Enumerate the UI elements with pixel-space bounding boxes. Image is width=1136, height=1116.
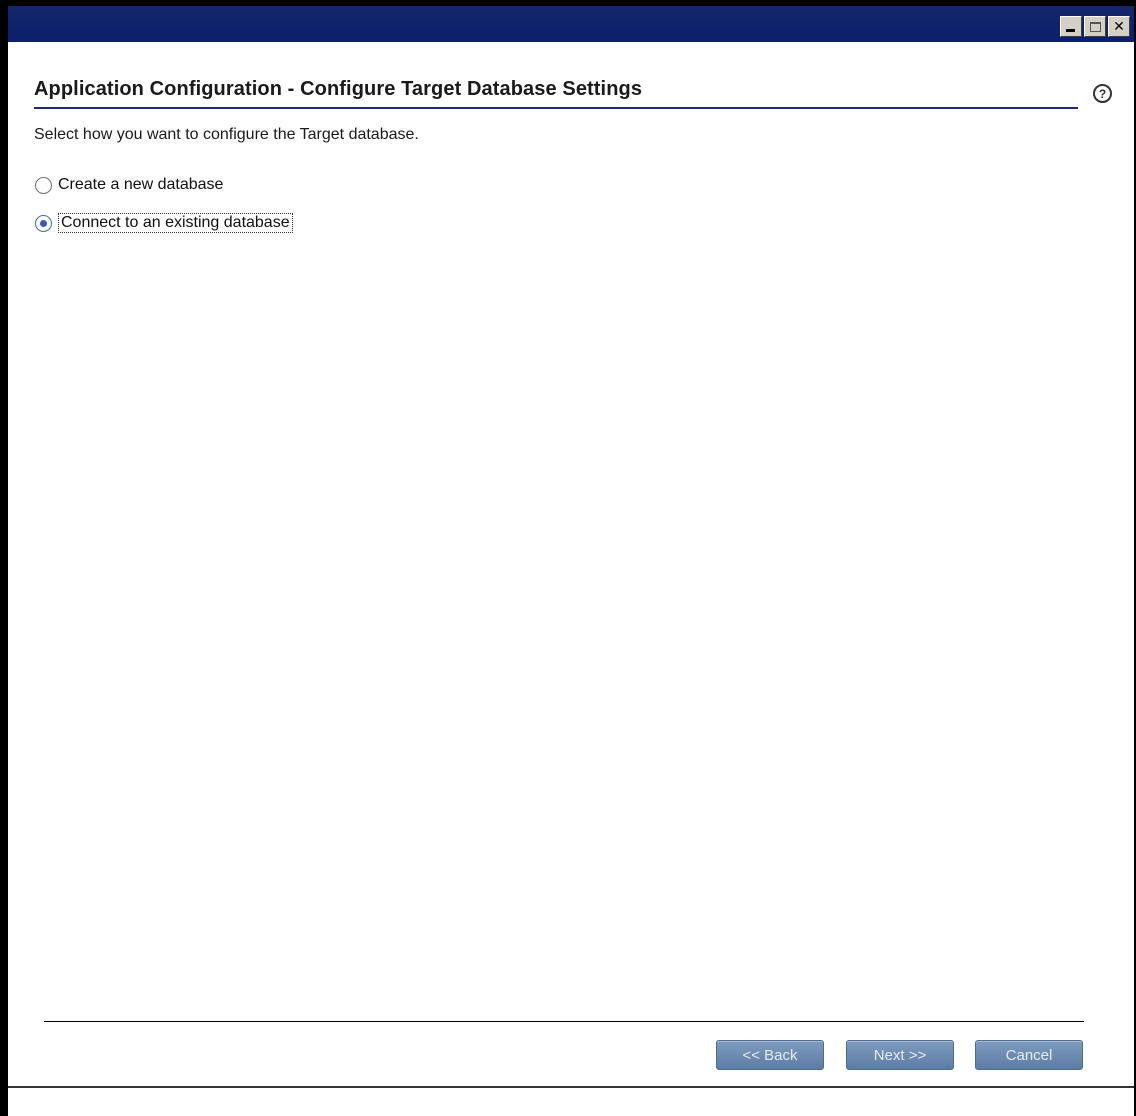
instructions-text: Select how you want to configure the Tar…: [34, 126, 419, 143]
window-controls: ✕: [1060, 16, 1130, 37]
cancel-button[interactable]: Cancel: [975, 1040, 1083, 1070]
back-button[interactable]: << Back: [716, 1040, 824, 1070]
status-bar-divider: [8, 1086, 1136, 1088]
radio-connect-existing-database[interactable]: [35, 214, 52, 232]
option-label: Create a new database: [58, 176, 224, 193]
help-icon[interactable]: ?: [1093, 84, 1112, 103]
close-icon: ✕: [1113, 18, 1125, 35]
close-button[interactable]: ✕: [1108, 16, 1130, 37]
maximize-icon: [1089, 21, 1101, 32]
page-title: Application Configuration - Configure Ta…: [34, 78, 643, 100]
maximize-button[interactable]: [1084, 16, 1106, 37]
next-button[interactable]: Next >>: [846, 1040, 954, 1070]
minimize-button[interactable]: [1060, 16, 1082, 37]
option-label: Connect to an existing database: [58, 213, 293, 233]
footer-divider: [44, 1021, 1084, 1022]
option-connect-existing-database[interactable]: Connect to an existing database: [35, 213, 293, 233]
radio-create-new-database[interactable]: [35, 176, 52, 194]
page-header: Application Configuration - Configure Ta…: [34, 78, 1078, 109]
option-create-new-database[interactable]: Create a new database: [35, 176, 223, 194]
minimize-icon: [1066, 29, 1075, 32]
radio-selected-dot: [40, 219, 47, 227]
title-bar[interactable]: ✕: [8, 6, 1136, 42]
wizard-window: ✕ Application Configuration - Configure …: [6, 6, 1136, 1116]
